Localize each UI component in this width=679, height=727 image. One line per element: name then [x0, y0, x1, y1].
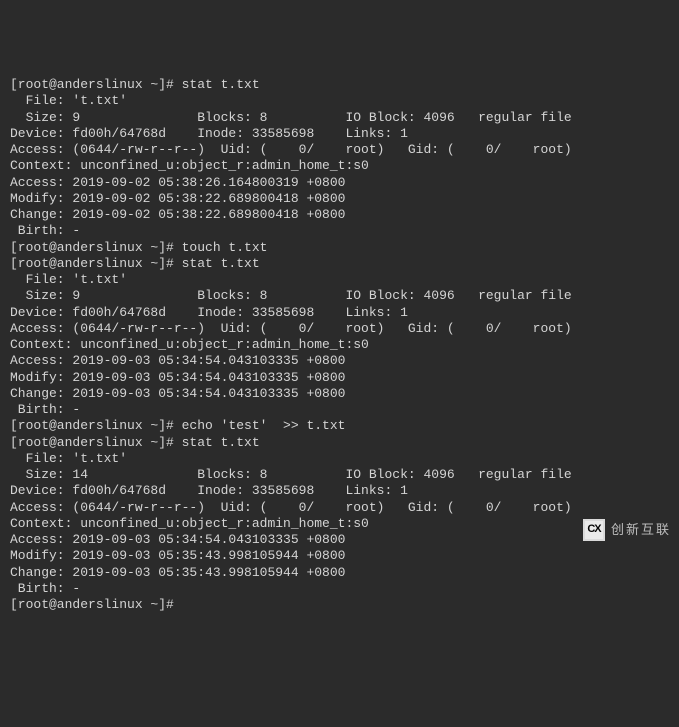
terminal-line: Size: 9 Blocks: 8 IO Block: 4096 regular… [10, 288, 669, 304]
terminal-line: Device: fd00h/64768d Inode: 33585698 Lin… [10, 483, 669, 499]
terminal-line: Access: (0644/-rw-r--r--) Uid: ( 0/ root… [10, 321, 669, 337]
terminal-line: Access: (0644/-rw-r--r--) Uid: ( 0/ root… [10, 500, 669, 516]
terminal-line: File: 't.txt' [10, 272, 669, 288]
terminal-line: Context: unconfined_u:object_r:admin_hom… [10, 158, 669, 174]
terminal-line: Device: fd00h/64768d Inode: 33585698 Lin… [10, 126, 669, 142]
terminal-line: Access: 2019-09-03 05:34:54.043103335 +0… [10, 532, 669, 548]
terminal-line: Change: 2019-09-03 05:35:43.998105944 +0… [10, 565, 669, 581]
terminal-line: Size: 14 Blocks: 8 IO Block: 4096 regula… [10, 467, 669, 483]
terminal-line: Modify: 2019-09-02 05:38:22.689800418 +0… [10, 191, 669, 207]
terminal-line: Access: (0644/-rw-r--r--) Uid: ( 0/ root… [10, 142, 669, 158]
terminal-output[interactable]: [root@anderslinux ~]# stat t.txt File: '… [10, 77, 669, 613]
terminal-line: Access: 2019-09-02 05:38:26.164800319 +0… [10, 175, 669, 191]
terminal-line: Change: 2019-09-02 05:38:22.689800418 +0… [10, 207, 669, 223]
terminal-line: Birth: - [10, 581, 669, 597]
terminal-line: Access: 2019-09-03 05:34:54.043103335 +0… [10, 353, 669, 369]
terminal-line: File: 't.txt' [10, 451, 669, 467]
terminal-line: [root@anderslinux ~]# stat t.txt [10, 256, 669, 272]
terminal-line: Device: fd00h/64768d Inode: 33585698 Lin… [10, 305, 669, 321]
watermark: CX 创新互联 [583, 519, 671, 541]
terminal-line: Birth: - [10, 223, 669, 239]
terminal-line: Context: unconfined_u:object_r:admin_hom… [10, 516, 669, 532]
terminal-line: [root@anderslinux ~]# stat t.txt [10, 77, 669, 93]
terminal-line: Birth: - [10, 402, 669, 418]
terminal-line: [root@anderslinux ~]# touch t.txt [10, 240, 669, 256]
terminal-line: [root@anderslinux ~]# echo 'test' >> t.t… [10, 418, 669, 434]
terminal-line: Change: 2019-09-03 05:34:54.043103335 +0… [10, 386, 669, 402]
terminal-line: [root@anderslinux ~]# [10, 597, 669, 613]
terminal-line: Modify: 2019-09-03 05:34:54.043103335 +0… [10, 370, 669, 386]
watermark-logo-icon: CX [583, 519, 605, 541]
watermark-text: 创新互联 [611, 522, 671, 538]
terminal-line: [root@anderslinux ~]# stat t.txt [10, 435, 669, 451]
terminal-line: Context: unconfined_u:object_r:admin_hom… [10, 337, 669, 353]
terminal-line: File: 't.txt' [10, 93, 669, 109]
terminal-line: Size: 9 Blocks: 8 IO Block: 4096 regular… [10, 110, 669, 126]
